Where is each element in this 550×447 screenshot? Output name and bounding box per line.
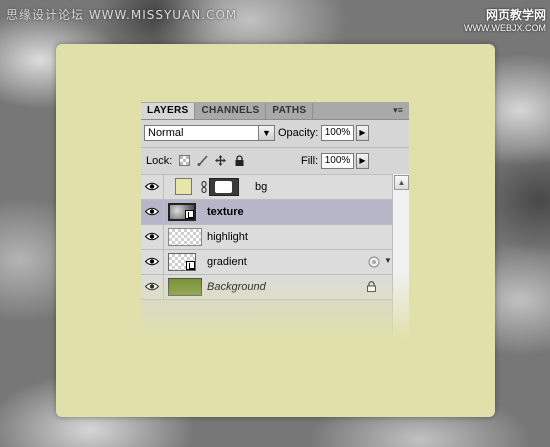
blend-mode-select[interactable]: Normal ▼: [144, 125, 275, 141]
opacity-arrow-icon[interactable]: ▶: [356, 125, 369, 141]
mask-thumbnail[interactable]: [209, 178, 239, 196]
tab-paths[interactable]: PATHS: [266, 103, 314, 119]
eye-icon[interactable]: [145, 282, 159, 291]
visibility-cell[interactable]: [141, 175, 164, 199]
layer-row-bg[interactable]: bg: [141, 175, 409, 200]
fill-swatch-thumbnail[interactable]: [175, 178, 192, 195]
layer-name[interactable]: highlight: [207, 231, 248, 243]
visibility-cell[interactable]: [141, 275, 164, 299]
chevron-down-icon[interactable]: ▼: [384, 256, 392, 265]
watermark: 网页教学网 WWW.WEBJX.COM: [464, 6, 546, 33]
opacity-label: Opacity:: [278, 127, 319, 139]
lock-brush-icon[interactable]: [197, 155, 208, 166]
eye-icon[interactable]: [145, 232, 159, 241]
fill-label: Fill:: [301, 155, 319, 167]
visibility-cell[interactable]: [141, 225, 164, 249]
layers-panel: LAYERS CHANNELS PATHS ▾≡ Normal ▼ Opacit…: [141, 102, 409, 347]
eye-icon[interactable]: [145, 207, 159, 216]
smart-object-icon: [185, 210, 194, 219]
fill-field[interactable]: 100%: [321, 153, 354, 169]
layer-name[interactable]: Background: [207, 281, 266, 293]
lock-icon: [367, 281, 376, 292]
layer-row-texture[interactable]: texture: [141, 200, 409, 225]
layer-thumbnail[interactable]: [168, 253, 196, 271]
watermark-url: WWW.WEBJX.COM: [464, 23, 546, 33]
chevron-down-icon[interactable]: ▼: [258, 126, 274, 140]
layer-thumbnail[interactable]: [168, 203, 196, 221]
lock-move-icon[interactable]: [215, 155, 226, 166]
tab-layers[interactable]: LAYERS: [141, 103, 196, 119]
blend-mode-value: Normal: [148, 127, 184, 139]
fill-arrow-icon[interactable]: ▶: [356, 153, 369, 169]
layer-thumbnail[interactable]: [168, 228, 202, 246]
lock-label: Lock:: [146, 155, 173, 167]
layer-name[interactable]: texture: [207, 206, 244, 218]
blend-opacity-row: Normal ▼ Opacity: 100% ▶: [141, 120, 409, 148]
tab-channels[interactable]: CHANNELS: [195, 103, 267, 119]
smart-object-icon: [186, 261, 195, 270]
site-text: 思缘设计论坛 WWW.MISSYUAN.COM: [6, 8, 238, 22]
link-icon[interactable]: [201, 181, 207, 193]
opacity-field[interactable]: 100%: [321, 125, 354, 141]
panel-tabs: LAYERS CHANNELS PATHS ▾≡: [141, 102, 409, 120]
watermark-title: 网页教学网: [485, 8, 546, 22]
panel-menu-icon[interactable]: ▾≡: [392, 105, 404, 115]
visibility-cell[interactable]: [141, 250, 164, 274]
lock-fill-row: Lock: Fill: 100% ▶: [141, 148, 409, 175]
layers-list: bg texture highlight gradient ▼ Backgrou…: [141, 175, 409, 300]
layer-name[interactable]: gradient: [207, 256, 247, 268]
layers-scrollbar[interactable]: ▲: [392, 174, 409, 347]
layer-thumbnail[interactable]: [168, 278, 202, 296]
layer-row-gradient[interactable]: gradient ▼: [141, 250, 409, 275]
visibility-cell[interactable]: [141, 200, 164, 224]
eye-icon[interactable]: [145, 257, 159, 266]
lock-transparency-icon[interactable]: [179, 155, 190, 166]
layer-name[interactable]: bg: [255, 181, 267, 193]
layer-row-highlight[interactable]: highlight: [141, 225, 409, 250]
layer-effects-icon[interactable]: [368, 256, 380, 268]
scroll-up-icon[interactable]: ▲: [394, 175, 409, 190]
lock-all-icon[interactable]: [234, 155, 245, 166]
layer-row-background[interactable]: Background: [141, 275, 409, 300]
eye-icon[interactable]: [145, 182, 159, 191]
